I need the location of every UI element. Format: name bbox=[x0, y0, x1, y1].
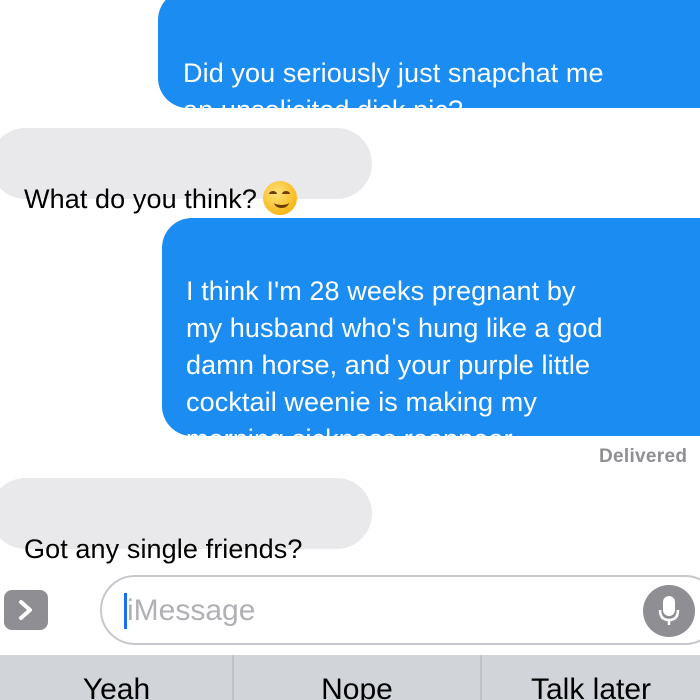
suggestion-nope[interactable]: Nope bbox=[234, 655, 480, 700]
sent-message-bubble[interactable]: Did you seriously just snapchat me an un… bbox=[158, 0, 700, 125]
message-text: What do you think? bbox=[24, 184, 257, 214]
received-message-bubble[interactable]: What do you think? bbox=[0, 128, 372, 215]
chevron-right-icon bbox=[19, 600, 32, 620]
input-placeholder: iMessage bbox=[127, 594, 256, 627]
delivered-status: Delivered bbox=[599, 446, 688, 467]
microphone-icon bbox=[658, 596, 680, 625]
expand-apps-button[interactable] bbox=[4, 590, 48, 630]
sent-message-bubble[interactable]: I think I'm 28 weeks pregnant by my husb… bbox=[162, 218, 700, 454]
message-thread: Did you seriously just snapchat me an un… bbox=[0, 0, 700, 570]
message-text: Got any single friends? bbox=[24, 534, 303, 564]
microphone-button[interactable] bbox=[643, 585, 695, 637]
suggestion-yeah[interactable]: Yeah bbox=[0, 655, 233, 700]
suggestion-talk-later[interactable]: Talk later bbox=[482, 655, 700, 700]
received-message-bubble[interactable]: Got any single friends? bbox=[0, 478, 372, 564]
message-text: Did you seriously just snapchat me an un… bbox=[183, 58, 604, 125]
smirking-face-emoji-icon bbox=[262, 181, 297, 215]
message-text: I think I'm 28 weeks pregnant by my husb… bbox=[186, 276, 603, 454]
